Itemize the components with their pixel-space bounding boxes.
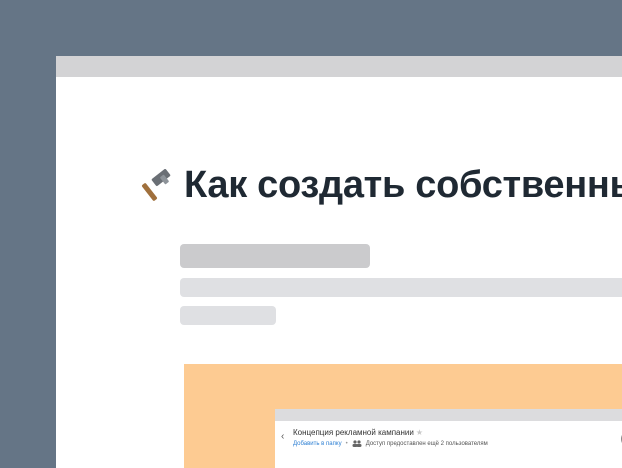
preview-image: ‹ Концепция рекламной кампании ★ Добавить… [184, 364, 622, 468]
app-window: Как создать собственный ‹ Концепция рекл… [56, 56, 622, 468]
skeleton-heading [180, 244, 370, 268]
preview-document-window: ‹ Концепция рекламной кампании ★ Добавить… [275, 409, 622, 468]
preview-titlebar [275, 409, 622, 421]
people-icon [352, 440, 362, 447]
star-icon[interactable]: ★ [416, 428, 423, 437]
preview-subrow: Добавить в папку • Доступ предоставлен е… [293, 440, 488, 447]
preview-doc-title-text: Концепция рекламной кампании [293, 428, 414, 437]
page-title: Как создать собственный [140, 164, 622, 207]
access-text: Доступ предоставлен ещё 2 пользователям [365, 440, 488, 447]
back-chevron-icon[interactable]: ‹ [281, 432, 289, 442]
hammer-icon [141, 168, 171, 201]
page-title-text: Как создать собственный [184, 164, 622, 206]
preview-doc-title: Концепция рекламной кампании ★ [293, 428, 423, 437]
add-to-folder-link[interactable]: Добавить в папку [293, 441, 342, 447]
preview-header: ‹ Концепция рекламной кампании ★ Добавить… [281, 426, 622, 456]
skeleton-line [180, 278, 622, 297]
window-titlebar [56, 56, 622, 77]
separator-dot: • [345, 440, 348, 447]
skeleton-line-short [180, 306, 276, 325]
